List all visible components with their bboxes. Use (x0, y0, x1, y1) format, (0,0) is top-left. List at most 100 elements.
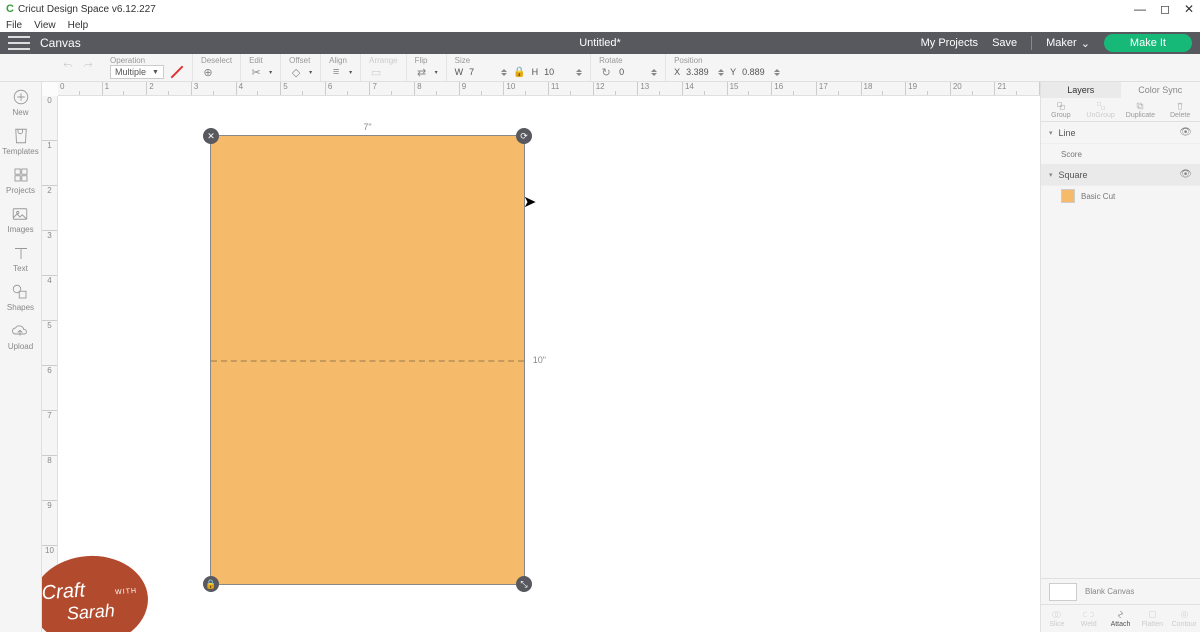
ruler-tick: 2 (42, 186, 57, 231)
ruler-tick: 1 (103, 82, 148, 95)
height-input[interactable] (544, 66, 582, 78)
upload-tool[interactable]: Upload (8, 322, 33, 351)
caret-down-icon: ▾ (1049, 129, 1053, 137)
maximize-button[interactable]: ◻ (1160, 2, 1170, 16)
ruler-tick: 13 (638, 82, 683, 95)
canvas-surface[interactable]: ✕ ⟳ 🔒 ⤡ 7" 10" ➤ (58, 96, 1040, 632)
app-logo-icon: C (6, 3, 14, 15)
menu-help[interactable]: Help (68, 20, 89, 31)
templates-tool[interactable]: Templates (2, 127, 38, 156)
ruler-tick: 8 (42, 456, 57, 501)
canvas-area[interactable]: 0123456789101112131415161718192021 01234… (42, 82, 1040, 632)
layer-square[interactable]: ▾ Square 👁 (1041, 164, 1200, 186)
projects-tool[interactable]: Projects (6, 166, 35, 195)
visibility-icon[interactable]: 👁 (1179, 127, 1192, 138)
blank-canvas-row[interactable]: Blank Canvas (1041, 578, 1200, 604)
caret-down-icon: ▾ (1049, 171, 1053, 179)
ungroup-button: UnGroup (1081, 98, 1121, 121)
ruler-tick: 0 (42, 96, 57, 141)
undo-icon[interactable] (62, 60, 74, 72)
flatten-button: Flatten (1136, 605, 1168, 632)
layer-line-sub[interactable]: Score (1041, 144, 1200, 164)
edit-icon[interactable]: ✂ (249, 65, 263, 79)
rotate-label: Rotate (599, 56, 623, 65)
ruler-tick: 7 (370, 82, 415, 95)
deselect-label: Deselect (201, 56, 232, 65)
square-shape[interactable]: ✕ ⟳ 🔒 ⤡ 7" 10" (210, 135, 525, 585)
layer-line[interactable]: ▾ Line 👁 (1041, 122, 1200, 144)
ruler-tick: 4 (237, 82, 282, 95)
menu-file[interactable]: File (6, 20, 22, 31)
group-button[interactable]: Group (1041, 98, 1081, 121)
minimize-button[interactable]: — (1134, 2, 1146, 16)
horizontal-ruler: 0123456789101112131415161718192021 (58, 82, 1040, 96)
width-input[interactable] (469, 66, 507, 78)
rotate-handle[interactable]: ⟳ (516, 128, 532, 144)
shapes-tool[interactable]: Shapes (7, 283, 34, 312)
attach-button[interactable]: Attach (1105, 605, 1137, 632)
app-title: Cricut Design Space v6.12.227 (18, 4, 156, 15)
close-button[interactable]: ✕ (1184, 2, 1194, 16)
edit-toolbar: Operation Multiple ▼ Deselect ⊕ Edit ✂▾ … (0, 54, 1200, 82)
rotate-input[interactable] (619, 66, 657, 78)
x-input[interactable] (686, 66, 724, 78)
window-titlebar: C Cricut Design Space v6.12.227 — ◻ ✕ (0, 0, 1200, 18)
contour-button: Contour (1168, 605, 1200, 632)
ruler-tick: 4 (42, 276, 57, 321)
y-input[interactable] (742, 66, 780, 78)
new-tool[interactable]: New (12, 88, 30, 117)
images-tool[interactable]: Images (7, 205, 33, 234)
delete-button[interactable]: Delete (1160, 98, 1200, 121)
resize-handle[interactable]: ⤡ (516, 576, 532, 592)
offset-icon[interactable]: ◇ (289, 65, 303, 79)
chevron-down-icon: ⌄ (1081, 37, 1090, 50)
flip-icon[interactable]: ⇄ (415, 65, 429, 79)
arrange-icon: ▭ (369, 65, 383, 79)
ruler-tick: 12 (594, 82, 639, 95)
tab-layers[interactable]: Layers (1041, 82, 1121, 98)
width-dim-label: 7" (363, 122, 371, 132)
ruler-tick: 16 (772, 82, 817, 95)
tab-color-sync[interactable]: Color Sync (1121, 82, 1200, 98)
canvas-color-swatch[interactable] (1049, 583, 1077, 601)
cut-color-swatch[interactable] (170, 65, 184, 79)
lock-handle[interactable]: 🔒 (203, 576, 219, 592)
ruler-tick: 5 (281, 82, 326, 95)
save-button[interactable]: Save (992, 37, 1017, 49)
ruler-tick: 20 (951, 82, 996, 95)
operation-dropdown[interactable]: Multiple ▼ (110, 65, 164, 79)
slice-button: Slice (1041, 605, 1073, 632)
canvas-mode-label[interactable]: Canvas (40, 36, 81, 50)
document-title: Untitled* (579, 37, 621, 49)
deselect-icon[interactable]: ⊕ (201, 65, 215, 79)
redo-icon[interactable] (82, 60, 94, 72)
duplicate-button[interactable]: Duplicate (1121, 98, 1161, 121)
ruler-tick: 3 (42, 231, 57, 276)
text-tool[interactable]: Text (12, 244, 30, 273)
score-line[interactable] (211, 360, 524, 362)
chevron-down-icon: ▼ (152, 69, 159, 76)
ruler-tick: 15 (728, 82, 773, 95)
ruler-tick: 17 (817, 82, 862, 95)
ruler-tick: 6 (326, 82, 371, 95)
visibility-icon[interactable]: 👁 (1179, 169, 1192, 180)
delete-handle[interactable]: ✕ (203, 128, 219, 144)
ruler-tick: 19 (906, 82, 951, 95)
my-projects-link[interactable]: My Projects (921, 37, 978, 49)
machine-select[interactable]: Maker ⌄ (1046, 37, 1090, 50)
app-header: Canvas Untitled* My Projects Save Maker … (0, 32, 1200, 54)
menu-view[interactable]: View (34, 20, 56, 31)
position-label: Position (674, 56, 702, 65)
left-sidebar: New Templates Projects Images Text Shape… (0, 82, 42, 632)
make-it-button[interactable]: Make It (1104, 34, 1192, 52)
hamburger-icon[interactable] (8, 36, 30, 50)
ruler-tick: 5 (42, 321, 57, 366)
align-icon[interactable]: ≡ (329, 65, 343, 79)
ruler-tick: 2 (147, 82, 192, 95)
ruler-tick: 9 (42, 501, 57, 546)
rotate-icon: ↻ (599, 65, 613, 79)
layer-square-sub[interactable]: Basic Cut (1041, 186, 1200, 206)
lock-icon[interactable]: 🔒 (513, 67, 525, 78)
vertical-ruler: 01234567891011 (42, 96, 58, 632)
ruler-tick: 0 (58, 82, 103, 95)
